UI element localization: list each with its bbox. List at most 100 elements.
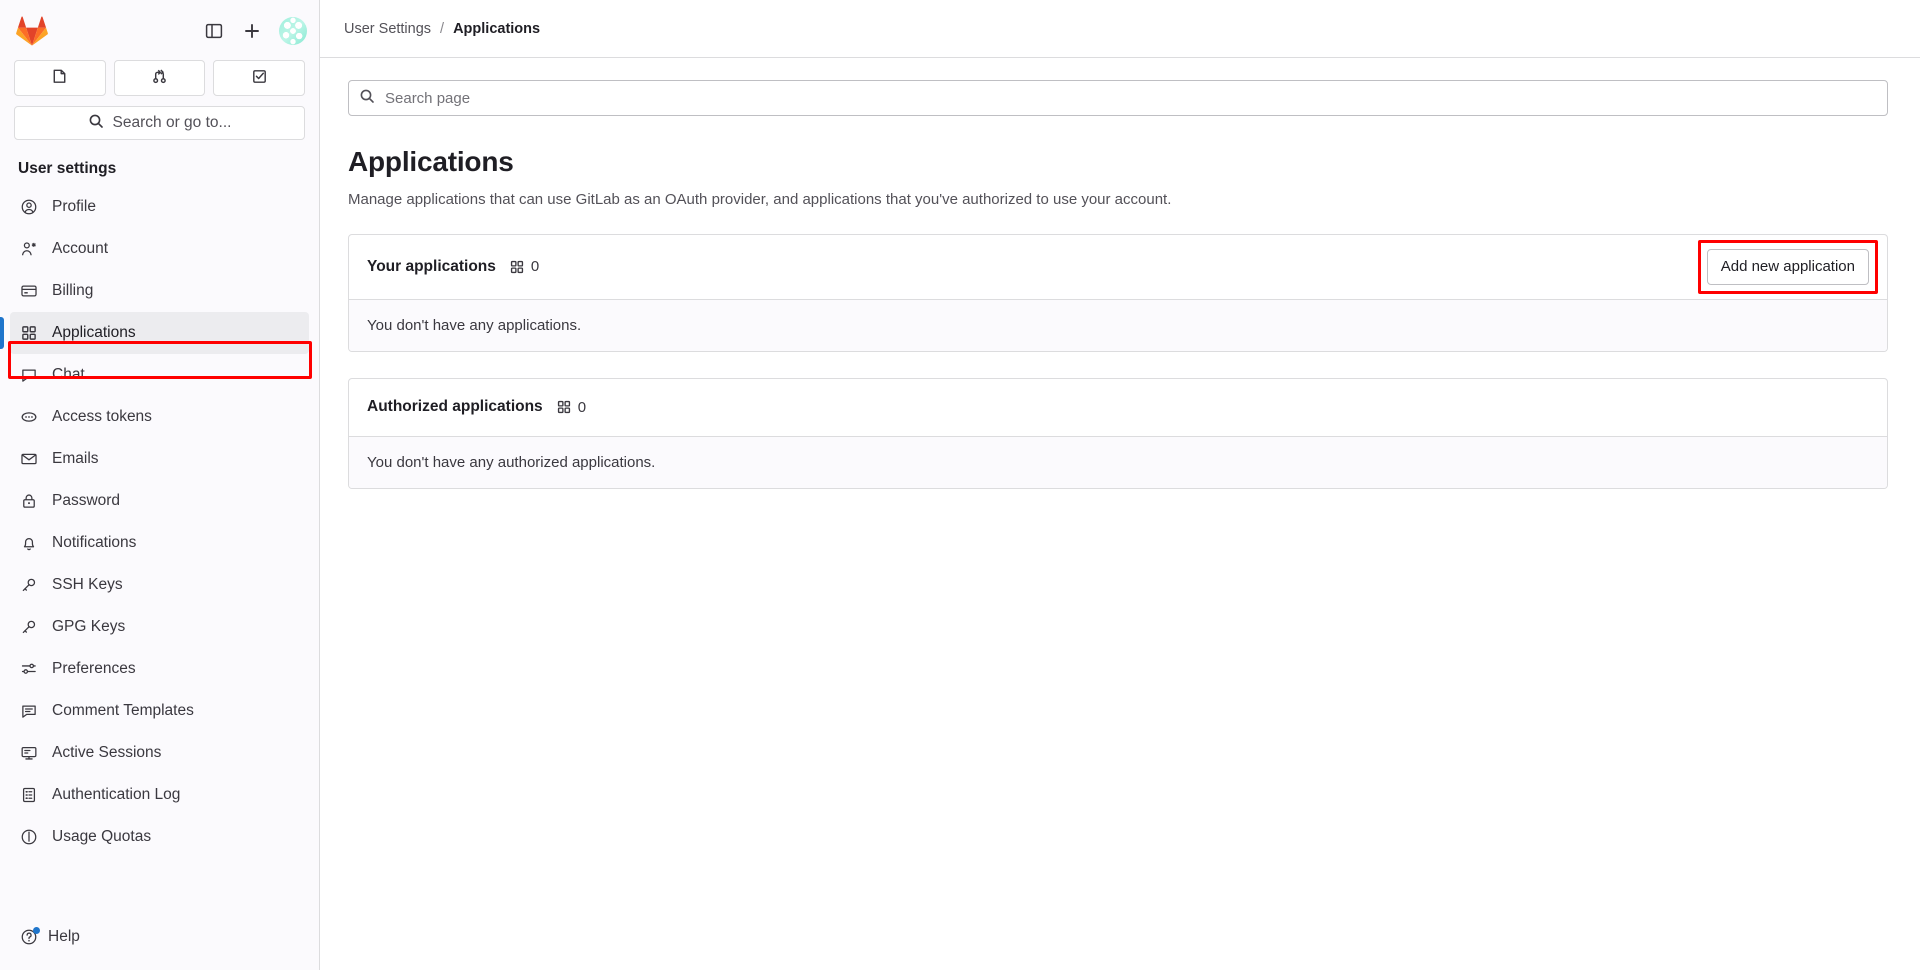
- card-header: Your applications 0 Add new application: [349, 235, 1887, 299]
- sidebar-item-notifications[interactable]: Notifications: [10, 522, 309, 564]
- sidebar-item-ssh-keys[interactable]: SSH Keys: [10, 564, 309, 606]
- credit-card-icon: [20, 282, 38, 300]
- sidebar-item-authentication-log[interactable]: Authentication Log: [10, 774, 309, 816]
- sidebar-search-wrap: Search or go to...: [0, 96, 319, 146]
- sidebar: Search or go to... User settings Profile: [0, 0, 320, 970]
- sidebar-item-label: Emails: [52, 450, 99, 467]
- question-circle-icon: [20, 927, 40, 946]
- your-applications-count: 0: [509, 258, 539, 275]
- sidebar-item-access-tokens[interactable]: Access tokens: [10, 396, 309, 438]
- issues-button[interactable]: [14, 60, 106, 96]
- sidebar-item-label: Account: [52, 240, 109, 257]
- search-or-go-to-label: Search or go to...: [112, 114, 232, 131]
- account-icon: [20, 240, 38, 258]
- applications-icon: [20, 324, 38, 342]
- card-title: Authorized applications: [367, 398, 543, 415]
- issues-icon: [50, 67, 69, 89]
- sidebar-item-active-sessions[interactable]: Active Sessions: [10, 732, 309, 774]
- profile-icon: [20, 198, 38, 216]
- preferences-icon: [20, 660, 38, 678]
- comment-lines-icon: [20, 702, 38, 720]
- sidebar-header-actions: [197, 14, 307, 48]
- sidebar-item-label: Preferences: [52, 660, 136, 677]
- card-header: Authorized applications 0: [349, 379, 1887, 436]
- card-title: Your applications: [367, 257, 496, 275]
- chat-bubble-icon: [20, 366, 38, 384]
- page-title: Applications: [348, 146, 514, 177]
- help-button[interactable]: Help: [10, 918, 309, 956]
- search-page-field[interactable]: [348, 80, 1888, 116]
- your-applications-empty-state: You don't have any applications.: [349, 298, 1887, 351]
- sidebar-item-label: Active Sessions: [52, 744, 162, 761]
- authorized-applications-card: Authorized applications 0 You don't have…: [348, 377, 1888, 489]
- app-root: Search or go to... User settings Profile: [0, 0, 1920, 970]
- content-area: Applications Manage applications that ca…: [320, 58, 1920, 970]
- merge-requests-button[interactable]: [113, 60, 206, 96]
- monitor-icon: [20, 744, 38, 762]
- sidebar-item-label: Usage Quotas: [52, 828, 152, 845]
- sidebar-item-password[interactable]: Password: [10, 480, 309, 522]
- sidebar-item-chat[interactable]: Chat: [10, 354, 309, 396]
- sidebar-item-profile[interactable]: Profile: [10, 186, 309, 228]
- applications-icon: [509, 259, 525, 275]
- toggle-sidebar-button[interactable]: [197, 14, 231, 48]
- gitlab-logo-icon[interactable]: [16, 15, 48, 47]
- sidebar-header: [0, 0, 319, 58]
- your-applications-card: Your applications 0 Add new application …: [348, 234, 1888, 352]
- sidebar-item-label: Billing: [52, 282, 94, 299]
- sidebar-section-heading: User settings: [18, 160, 117, 177]
- sidebar-quick-links: [0, 58, 319, 96]
- sidebar-item-label: Access tokens: [52, 408, 152, 425]
- sidebar-item-label: Authentication Log: [52, 786, 181, 803]
- sidebar-item-applications[interactable]: Applications: [0, 312, 309, 354]
- sidebar-item-emails[interactable]: Emails: [10, 438, 309, 480]
- main-content: User Settings / Applications Application…: [320, 0, 1920, 970]
- quota-gauge-icon: [20, 828, 38, 846]
- breadcrumb-separator: /: [440, 20, 445, 37]
- key-icon: [20, 618, 38, 636]
- sidebar-footer: Help: [0, 918, 319, 970]
- authorized-applications-empty-state: You don't have any authorized applicatio…: [349, 435, 1887, 488]
- bell-icon: [20, 534, 38, 552]
- user-avatar[interactable]: [279, 17, 307, 45]
- sidebar-item-preferences[interactable]: Preferences: [10, 648, 309, 690]
- applications-icon: [556, 399, 572, 415]
- merge-request-icon: [150, 67, 169, 89]
- lock-icon: [20, 492, 38, 510]
- sidebar-item-label: SSH Keys: [52, 576, 123, 593]
- card-actions: Add new application: [1697, 240, 1878, 294]
- todo-list-button[interactable]: [213, 60, 306, 96]
- key-icon: [20, 576, 38, 594]
- sidebar-item-label: GPG Keys: [52, 618, 126, 635]
- add-new-application-button[interactable]: Add new application: [1706, 249, 1869, 285]
- breadcrumb-bar: User Settings / Applications: [320, 0, 1920, 58]
- page-description: Manage applications that can use GitLab …: [348, 191, 1172, 208]
- sidebar-nav: Profile Account Billing Applications Cha…: [0, 186, 319, 918]
- envelope-icon: [20, 450, 38, 468]
- help-label: Help: [48, 928, 80, 945]
- sidebar-item-comment-templates[interactable]: Comment Templates: [10, 690, 309, 732]
- sidebar-item-billing[interactable]: Billing: [10, 270, 309, 312]
- sidebar-item-gpg-keys[interactable]: GPG Keys: [10, 606, 309, 648]
- sidebar-item-label: Chat: [52, 366, 85, 383]
- sidebar-item-label: Password: [52, 492, 121, 509]
- count-value: 0: [577, 398, 587, 416]
- sidebar-item-label: Comment Templates: [52, 702, 194, 719]
- sidebar-item-label: Applications: [52, 324, 136, 341]
- help-notification-dot: [33, 927, 40, 934]
- create-new-button[interactable]: [235, 14, 269, 48]
- sidebar-item-account[interactable]: Account: [10, 228, 309, 270]
- sidebar-item-label: Profile: [52, 198, 96, 215]
- breadcrumb-user-settings[interactable]: User Settings: [344, 21, 431, 37]
- log-list-icon: [20, 786, 38, 804]
- breadcrumb-applications[interactable]: Applications: [453, 21, 540, 37]
- sidebar-item-label: Notifications: [52, 534, 137, 551]
- authorized-applications-count: 0: [556, 399, 586, 416]
- todo-checkbox-icon: [250, 67, 269, 89]
- count-value: 0: [530, 258, 540, 276]
- search-or-go-to-button[interactable]: Search or go to...: [14, 106, 305, 140]
- sidebar-item-usage-quotas[interactable]: Usage Quotas: [10, 816, 309, 858]
- token-icon: [20, 408, 38, 426]
- search-page-input[interactable]: [383, 88, 1877, 108]
- breadcrumb: User Settings / Applications: [344, 21, 540, 37]
